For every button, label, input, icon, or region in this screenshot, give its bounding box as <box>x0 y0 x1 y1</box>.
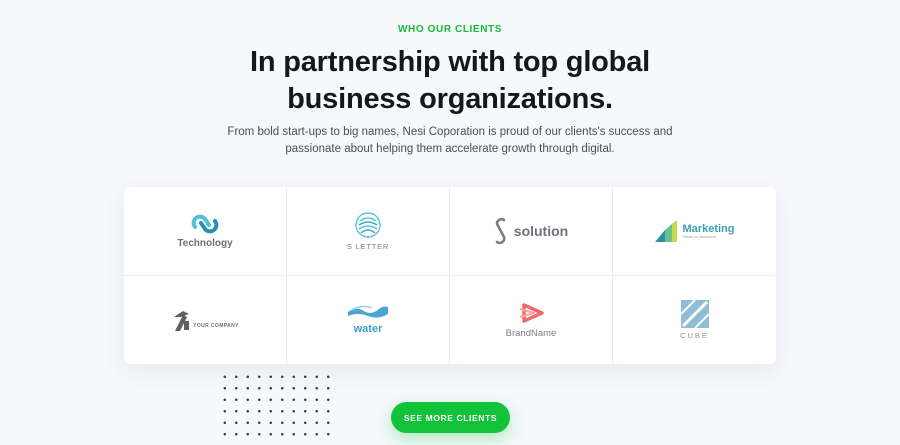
client-tagline: Return on Investment <box>682 234 716 239</box>
client-logo-grid: Technology S LETTER solution Marketing R… <box>124 187 776 364</box>
client-logo-cube: CUBE <box>613 276 776 365</box>
see-more-clients-button[interactable]: SEE MORE CLIENTS <box>391 402 510 433</box>
client-name: solution <box>513 222 569 239</box>
client-name: BrandName <box>505 327 557 339</box>
cube-logo-icon <box>680 299 709 328</box>
water-logo-icon <box>348 305 388 318</box>
section-headline: In partnership with top global business … <box>0 44 900 118</box>
client-logo-solution: solution <box>450 187 613 276</box>
client-logo-technology: Technology <box>124 187 287 276</box>
section-eyebrow: WHO OUR CLIENTS <box>398 24 502 35</box>
client-logo-your-company: YOUR COMPANY <box>124 275 287 364</box>
client-logo-brandname: BrandName <box>450 275 613 364</box>
headline-line-2: business organizations. <box>287 83 613 115</box>
client-name: Technology <box>177 237 233 249</box>
solution-logo-icon <box>495 217 506 244</box>
client-name: Marketing <box>682 222 735 235</box>
client-name: S LETTER <box>346 241 390 251</box>
client-logo-water: water <box>287 275 450 364</box>
client-name: CUBE <box>680 330 709 340</box>
headline-line-1: In partnership with top global <box>250 46 650 78</box>
brandname-logo-icon <box>519 303 544 323</box>
section-description: From bold start-ups to big names, Nesi C… <box>225 124 675 158</box>
client-name: water <box>353 323 383 336</box>
client-name: YOUR COMPANY <box>193 322 239 329</box>
decorative-dot-pattern <box>219 371 335 441</box>
client-logo-marketing: Marketing Return on Investment <box>613 187 776 276</box>
description-line-2: passionate about helping them accelerate… <box>285 143 615 155</box>
client-logo-s-letter: S LETTER <box>287 187 450 276</box>
s-letter-logo-icon <box>355 212 381 238</box>
your-company-logo-icon <box>174 310 190 331</box>
description-line-1: From bold start-ups to big names, Nesi C… <box>227 126 673 138</box>
technology-logo-icon <box>191 214 219 234</box>
marketing-logo-icon <box>654 219 677 242</box>
